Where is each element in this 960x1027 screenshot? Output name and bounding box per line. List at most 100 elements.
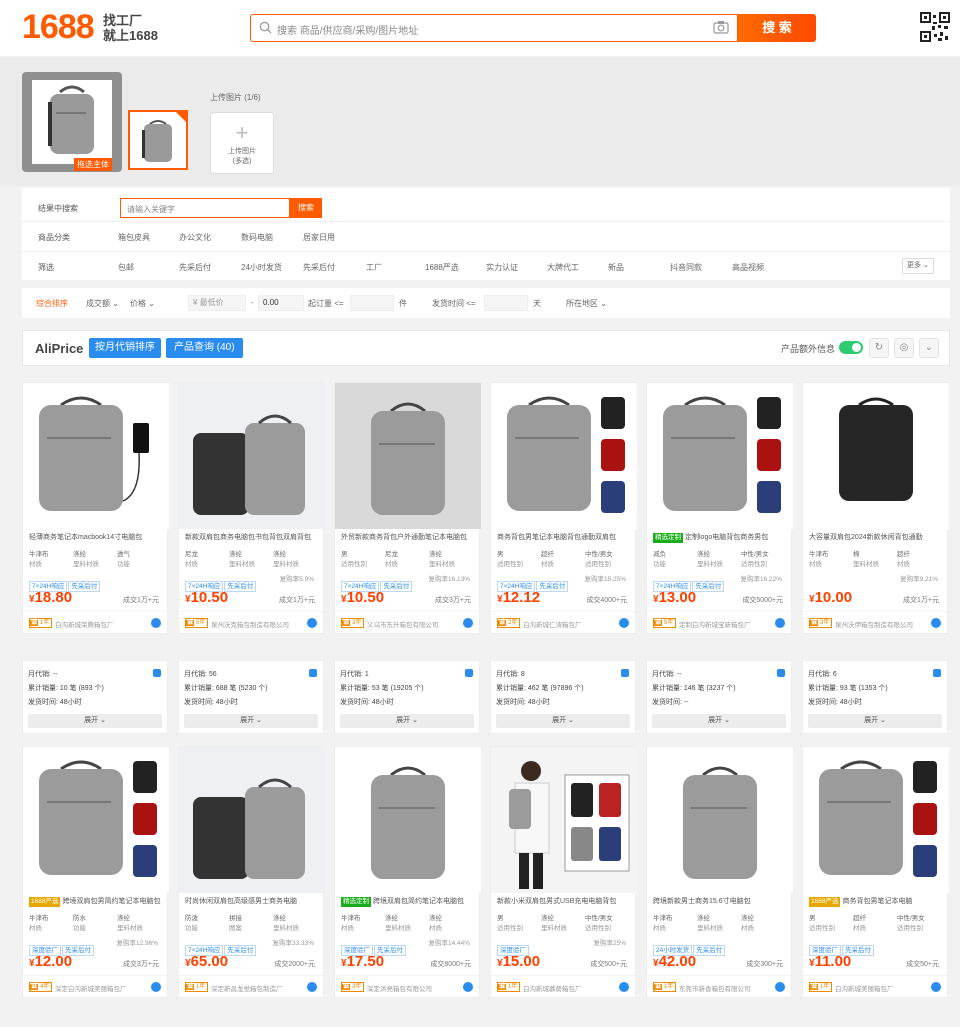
filter-option[interactable]: 工厂 xyxy=(366,262,382,273)
product-card[interactable]: 精选定制 跨境双肩包简约笔记本电脑包 牛津布 材质 涤纶 里料材质 涤纶 材质 深度验厂 先采后付… xyxy=(334,746,481,998)
search-button[interactable]: 搜 索 xyxy=(738,14,816,42)
product-title[interactable]: 大容量双肩包2024新款休闲背包通勤 xyxy=(803,529,947,547)
chart-icon[interactable] xyxy=(309,669,317,677)
search-input[interactable]: 搜索 商品/供应商/采购/图片地址 xyxy=(250,14,738,42)
product-card[interactable]: 轻薄商务笔记本macbook14寸电脑包 牛津布 材质 涤纶 里料材质 透气 功能 7×24H… xyxy=(22,382,169,634)
chat-icon[interactable] xyxy=(931,982,941,992)
product-card[interactable]: 大容量双肩包2024新款休闲背包通勤 牛津布 材质棉里料材质 超纤 材质 复购率9.21%… xyxy=(802,382,949,634)
expand-button[interactable]: 展开 ⌄ xyxy=(496,714,630,728)
ship-time-input[interactable] xyxy=(484,295,528,311)
shop-name[interactable]: 东莞市新香箱包有限公司 xyxy=(679,983,775,993)
price-min-input[interactable]: ¥ 最低价 xyxy=(188,295,246,311)
shop-name[interactable]: 义乌市东升箱包有限公司 xyxy=(367,619,463,629)
product-title[interactable]: 商务背包男笔记本电脑背包通勤双肩包 xyxy=(491,529,635,547)
shop-row[interactable]: 诚 1年 白沟新城荣腾箱包厂 xyxy=(23,611,167,633)
refresh-icon[interactable]: ↻ xyxy=(869,338,889,358)
chat-icon[interactable] xyxy=(151,618,161,628)
expand-button[interactable]: 展开 ⌄ xyxy=(340,714,474,728)
filter-option[interactable]: 包邮 xyxy=(118,262,134,273)
filter-option[interactable]: 高品视频 xyxy=(732,262,764,273)
extra-info-toggle[interactable] xyxy=(839,341,863,354)
product-title[interactable]: 新款双肩包商务电脑包书包背包双肩背包 xyxy=(179,529,323,547)
shop-name[interactable]: 泉州沃伊箱包制造有限公司 xyxy=(835,619,931,629)
shop-name[interactable]: 定制白沟新城宝新箱包厂 xyxy=(679,619,775,629)
chat-icon[interactable] xyxy=(931,618,941,628)
product-card[interactable]: 精选定制 定制logo电脑背包商务男包 减负 功能 涤纶 里料材质 中性/男女 适用性别 7×2… xyxy=(646,382,793,634)
price-max-input[interactable]: 0.00 xyxy=(258,295,304,311)
main-subject-tag[interactable]: 拖选主体 xyxy=(74,158,112,171)
filter-option[interactable]: 先采后付 xyxy=(303,262,335,273)
product-card[interactable]: 跨境新款男士商务15.6寸电脑包 牛津布 材质 涤纶 里料材质 涤纶 材质 24小时发货 先采后… xyxy=(646,746,793,998)
chart-icon[interactable] xyxy=(933,669,941,677)
main-query-image[interactable]: 拖选主体 xyxy=(22,72,122,172)
chat-icon[interactable] xyxy=(619,618,629,628)
chat-icon[interactable] xyxy=(463,618,473,628)
product-image[interactable] xyxy=(179,747,325,893)
chat-icon[interactable] xyxy=(307,618,317,628)
filter-option[interactable]: 先采后付 xyxy=(179,262,211,273)
shop-name[interactable]: 深定白沟新城美丽箱包厂 xyxy=(55,983,151,993)
category-option[interactable]: 居家日用 xyxy=(303,232,335,243)
globe-icon[interactable]: ◎ xyxy=(894,338,914,358)
shop-row[interactable]: 诚 1年 白沟新城慕葵箱包厂 xyxy=(491,975,635,997)
shop-name[interactable]: 白沟新城仁涛箱包厂 xyxy=(523,619,619,629)
site-logo[interactable]: 1688 xyxy=(22,8,95,47)
filter-option[interactable]: 24小时发货 xyxy=(241,262,282,273)
qr-code-icon[interactable] xyxy=(920,12,950,42)
sort-by-monthly-button[interactable]: 按月代销排序 xyxy=(89,338,161,358)
expand-button[interactable]: 展开 ⌄ xyxy=(28,714,162,728)
chat-icon[interactable] xyxy=(151,982,161,992)
shop-row[interactable]: 诚 1年 白沟新城美丽箱包厂 xyxy=(803,975,947,997)
in-results-input[interactable]: 请输入关键字 xyxy=(120,198,290,218)
chat-icon[interactable] xyxy=(775,982,785,992)
product-image[interactable] xyxy=(647,383,793,529)
expand-button[interactable]: 展开 ⌄ xyxy=(808,714,942,728)
shop-name[interactable]: 白沟新城荣腾箱包厂 xyxy=(55,619,151,629)
camera-icon[interactable] xyxy=(713,20,729,34)
shop-row[interactable]: 诚 3年 深定洪亮箱包有限公司 xyxy=(335,975,479,997)
product-image[interactable] xyxy=(647,747,793,893)
product-image[interactable] xyxy=(335,747,481,893)
expand-button[interactable]: 展开 ⌄ xyxy=(184,714,318,728)
product-title[interactable]: 精选定制 跨境双肩包简约笔记本电脑包 xyxy=(335,893,479,911)
shop-name[interactable]: 白沟新城美丽箱包厂 xyxy=(835,983,931,993)
shop-name[interactable]: 深定洪亮箱包有限公司 xyxy=(367,983,463,993)
product-query-button[interactable]: 产品查询 (40) xyxy=(166,338,243,358)
shop-row[interactable]: 诚 1年 深定新昌龙觉箱包制造厂 xyxy=(179,975,323,997)
product-image[interactable] xyxy=(803,747,949,893)
in-results-search-button[interactable]: 搜索 xyxy=(290,198,322,218)
chart-icon[interactable] xyxy=(153,669,161,677)
product-card[interactable]: 商务背包男笔记本电脑背包通勤双肩包男适用性别 超纤 材质 中性/男女 适用性别 7×24H… xyxy=(490,382,637,634)
moq-input[interactable] xyxy=(350,295,394,311)
product-image[interactable] xyxy=(179,383,325,529)
shop-row[interactable]: 诚 1年 东莞市新香箱包有限公司 xyxy=(647,975,791,997)
product-title[interactable]: 1688严选 商务背包男笔记本电脑 xyxy=(803,893,947,911)
product-image[interactable] xyxy=(23,383,169,529)
product-card[interactable]: 新款小米双肩包男式USB充电电脑背包男适用性别 涤纶 里料材质 中性/男女 适用性别 深度… xyxy=(490,746,637,998)
uploaded-thumbnail[interactable] xyxy=(128,110,188,170)
product-title[interactable]: 时尚休闲双肩包高级感男士商务电脑 xyxy=(179,893,323,911)
filter-option[interactable]: 大牌代工 xyxy=(547,262,579,273)
chart-icon[interactable] xyxy=(465,669,473,677)
more-filters-dropdown[interactable]: 更多 ⌄ xyxy=(902,258,934,274)
chart-icon[interactable] xyxy=(621,669,629,677)
category-option[interactable]: 数码电脑 xyxy=(241,232,273,243)
product-card[interactable]: 外贸新款商务背包户外通勤笔记本电脑包男适用性别 尼龙 材质 涤纶 里料材质 7×24H响应… xyxy=(334,382,481,634)
sort-default[interactable]: 综合排序 xyxy=(36,298,68,309)
product-image[interactable] xyxy=(803,383,949,529)
filter-option[interactable]: 抖音同款 xyxy=(670,262,702,273)
product-image[interactable] xyxy=(23,747,169,893)
product-card[interactable]: 1688严选 跨境双肩包男简约笔记本电脑包 牛津布 材质 防水 功能 涤纶 里料材质 深度验厂先… xyxy=(22,746,169,998)
product-image[interactable] xyxy=(335,383,481,529)
shop-name[interactable]: 白沟新城慕葵箱包厂 xyxy=(523,983,619,993)
category-option[interactable]: 办公文化 xyxy=(179,232,211,243)
product-image[interactable] xyxy=(491,747,637,893)
shop-row[interactable]: 诚 5年 定制白沟新城宝新箱包厂 xyxy=(647,611,791,633)
product-title[interactable]: 精选定制 定制logo电脑背包商务男包 xyxy=(647,529,791,547)
chevron-down-icon[interactable]: ⌄ xyxy=(919,338,939,358)
category-option[interactable]: 箱包皮具 xyxy=(118,232,150,243)
shop-row[interactable]: 诚 4年 深定白沟新城美丽箱包厂 xyxy=(23,975,167,997)
product-card[interactable]: 新款双肩包商务电脑包书包背包双肩背包 尼龙 材质 涤纶 里料材质 涤纶 里料材质 7×24H响… xyxy=(178,382,325,634)
sort-price[interactable]: 价格 ⌄ xyxy=(130,298,155,309)
product-card[interactable]: 1688严选 商务背包男笔记本电脑男适用性别 超纤 材质 中性/男女 适用性别 深度验厂 先采… xyxy=(802,746,949,998)
